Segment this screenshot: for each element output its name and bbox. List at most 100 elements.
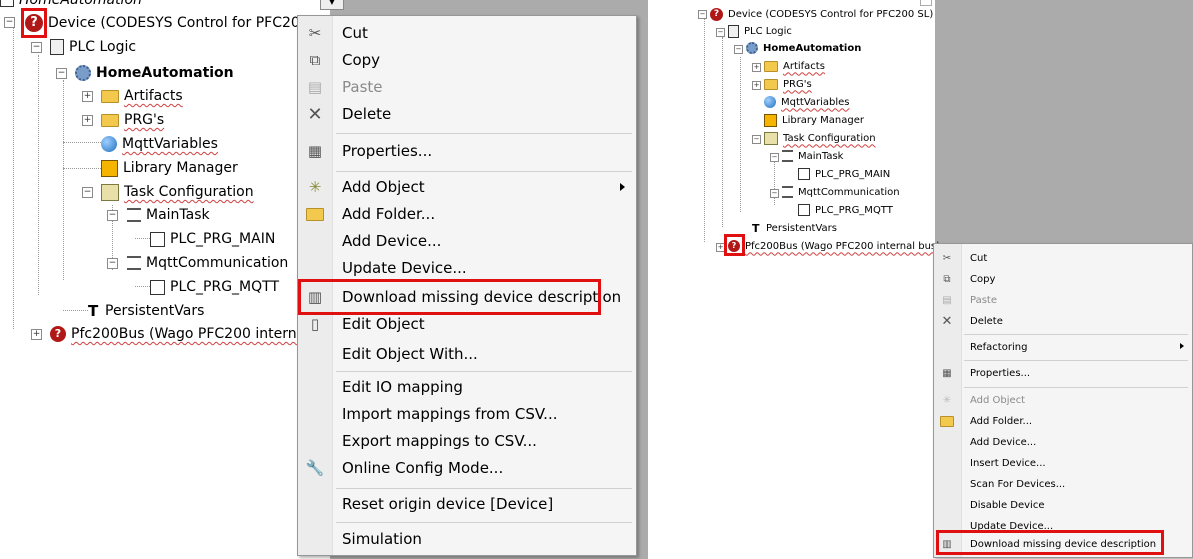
collapse-toggle[interactable]: −	[734, 45, 743, 54]
menu-item-add-object[interactable]: ✳ Add Object	[298, 174, 636, 200]
task-configuration-icon	[764, 131, 778, 145]
tree-item-mqtt-communication[interactable]: MqttCommunication	[782, 184, 900, 200]
menu-item-delete[interactable]: ✕ Delete	[934, 311, 1192, 331]
collapse-toggle[interactable]: −	[56, 68, 67, 79]
tree-item-mqtt-communication[interactable]: MqttCommunication	[127, 252, 288, 274]
collapse-toggle[interactable]: −	[31, 42, 42, 53]
tree-item-prgs[interactable]: PRG's	[101, 109, 164, 131]
tree-item-pfc200bus[interactable]: ? Pfc200Bus (Wago PFC200 internal bus)	[728, 238, 940, 254]
menu-item-insert-device[interactable]: Insert Device...	[934, 453, 1192, 473]
tree-item-mqtt-variables[interactable]: MqttVariables	[101, 133, 218, 155]
tree-item-persistent-vars[interactable]: T PersistentVars	[88, 300, 204, 322]
collapse-toggle[interactable]: −	[107, 210, 118, 221]
tree-item-device[interactable]: ? Device (CODESYS Control for PFC200 SL)	[25, 11, 335, 35]
expand-toggle[interactable]: +	[752, 63, 761, 72]
tree-item-label: PLC_PRG_MAIN	[170, 231, 276, 247]
error-question-icon: ?	[710, 7, 723, 21]
delete-x-icon: ✕	[941, 313, 953, 329]
tree-item-mqtt-variables[interactable]: MqttVariables	[764, 94, 850, 110]
collapse-toggle[interactable]: −	[698, 10, 707, 19]
error-icon-highlight	[21, 8, 47, 38]
collapse-toggle[interactable]: −	[82, 187, 93, 198]
tree-item-plc-logic[interactable]: PLC Logic	[50, 36, 136, 58]
folder-icon	[764, 78, 778, 90]
collapse-toggle[interactable]: −	[752, 135, 761, 144]
tree-item-plc-prg-mqtt[interactable]: PLC_PRG_MQTT	[150, 276, 279, 298]
tree-item-label: Artifacts	[124, 88, 183, 104]
error-icon-highlight	[724, 234, 745, 256]
tree-item-persistent-vars[interactable]: T PersistentVars	[752, 220, 837, 236]
menu-item-edit-object-with[interactable]: Edit Object With...	[298, 341, 636, 367]
menu-item-online-config-mode[interactable]: 🔧 Online Config Mode...	[298, 455, 636, 481]
tree-item-task-configuration[interactable]: Task Configuration	[764, 130, 876, 146]
menu-item-refactoring[interactable]: Refactoring	[934, 337, 1192, 357]
tree-item-label: MainTask	[146, 207, 210, 223]
download-item-highlight	[936, 530, 1164, 555]
tree-item-application[interactable]: HomeAutomation	[746, 40, 861, 56]
tree-item-task-configuration[interactable]: Task Configuration	[101, 181, 254, 203]
menu-item-edit-object[interactable]: ▯ Edit Object	[298, 311, 636, 337]
tree-item-label: HomeAutomation	[763, 42, 862, 54]
right-device-tree: − ? Device (CODESYS Control for PFC200 S…	[690, 0, 940, 260]
tree-item-plc-logic[interactable]: PLC Logic	[728, 23, 792, 39]
tree-item-device[interactable]: ? Device (CODESYS Control for PFC200 SL)	[710, 6, 933, 22]
plc-logic-icon	[50, 39, 64, 55]
collapse-toggle[interactable]: −	[770, 189, 779, 198]
menu-item-add-device[interactable]: Add Device...	[934, 432, 1192, 452]
tree-item-main-task[interactable]: MainTask	[782, 148, 843, 164]
tree-item-artifacts[interactable]: Artifacts	[101, 85, 183, 107]
copy-icon: ⧉	[943, 273, 951, 285]
collapse-toggle[interactable]: −	[716, 28, 725, 37]
tree-item-plc-prg-main[interactable]: PLC_PRG_MAIN	[798, 166, 890, 182]
expand-toggle[interactable]: +	[82, 91, 93, 102]
paste-icon: ▤	[942, 294, 952, 306]
menu-item-reset-origin-device[interactable]: Reset origin device [Device]	[298, 491, 636, 517]
wrench-icon: 🔧	[305, 459, 325, 477]
menu-item-add-object[interactable]: ✳ Add Object	[934, 390, 1192, 410]
top-dropdown-button[interactable]: ▼	[320, 0, 344, 10]
tree-item-label: PLC_PRG_MAIN	[815, 168, 891, 180]
tree-item-plc-prg-mqtt[interactable]: PLC_PRG_MQTT	[798, 202, 893, 218]
menu-item-delete[interactable]: ✕ Delete	[298, 101, 636, 127]
menu-item-add-device[interactable]: Add Device...	[298, 228, 636, 254]
persistent-vars-icon: T	[752, 221, 760, 235]
tree-item-label: Task Configuration	[783, 132, 876, 144]
tree-item-label: MainTask	[798, 150, 844, 162]
tree-item-prgs[interactable]: PRG's	[764, 76, 812, 92]
menu-item-scan-for-devices[interactable]: Scan For Devices...	[934, 474, 1192, 494]
menu-separator	[336, 488, 632, 489]
menu-item-properties[interactable]: ▦ Properties...	[934, 363, 1192, 383]
tree-item-label: Device (CODESYS Control for PFC200 SL)	[728, 8, 934, 20]
menu-item-paste[interactable]: ▤ Paste	[298, 74, 636, 100]
tree-item-label: Pfc200Bus (Wago PFC200 internal bus)	[745, 240, 941, 252]
folder-icon	[764, 60, 778, 72]
tree-item-artifacts[interactable]: Artifacts	[764, 58, 825, 74]
tree-item-main-task[interactable]: MainTask	[127, 204, 210, 226]
collapse-toggle[interactable]: −	[770, 153, 779, 162]
menu-item-cut[interactable]: ✂ Cut	[934, 248, 1192, 268]
expand-toggle[interactable]: +	[752, 81, 761, 90]
collapse-toggle[interactable]: −	[107, 258, 118, 269]
menu-item-copy[interactable]: ⧉ Copy	[298, 47, 636, 73]
menu-item-export-mappings-csv[interactable]: Export mappings to CSV...	[298, 428, 636, 454]
menu-item-disable-device[interactable]: Disable Device	[934, 495, 1192, 515]
collapse-toggle[interactable]: −	[4, 17, 15, 28]
menu-item-properties[interactable]: ▦ Properties...	[298, 138, 636, 164]
menu-item-cut[interactable]: ✂ Cut	[298, 20, 636, 46]
menu-item-copy[interactable]: ⧉ Copy	[934, 269, 1192, 289]
menu-item-simulation[interactable]: Simulation	[298, 526, 636, 552]
tree-item-plc-prg-main[interactable]: PLC_PRG_MAIN	[150, 228, 275, 250]
expand-toggle[interactable]: +	[31, 329, 42, 340]
left-context-menu: ✂ Cut ⧉ Copy ▤ Paste ✕ Delete ▦ Properti…	[297, 15, 637, 556]
tree-item-library-manager[interactable]: Library Manager	[101, 157, 238, 179]
menu-item-add-folder[interactable]: Add Folder...	[934, 411, 1192, 431]
menu-item-update-device[interactable]: Update Device...	[298, 255, 636, 281]
menu-item-add-folder[interactable]: Add Folder...	[298, 201, 636, 227]
menu-item-import-mappings-csv[interactable]: Import mappings from CSV...	[298, 401, 636, 427]
program-call-icon	[798, 168, 810, 180]
expand-toggle[interactable]: +	[82, 115, 93, 126]
menu-item-edit-io-mapping[interactable]: Edit IO mapping	[298, 374, 636, 400]
tree-item-library-manager[interactable]: Library Manager	[764, 112, 864, 128]
tree-item-application[interactable]: HomeAutomation	[75, 61, 234, 85]
menu-item-paste[interactable]: ▤ Paste	[934, 290, 1192, 310]
